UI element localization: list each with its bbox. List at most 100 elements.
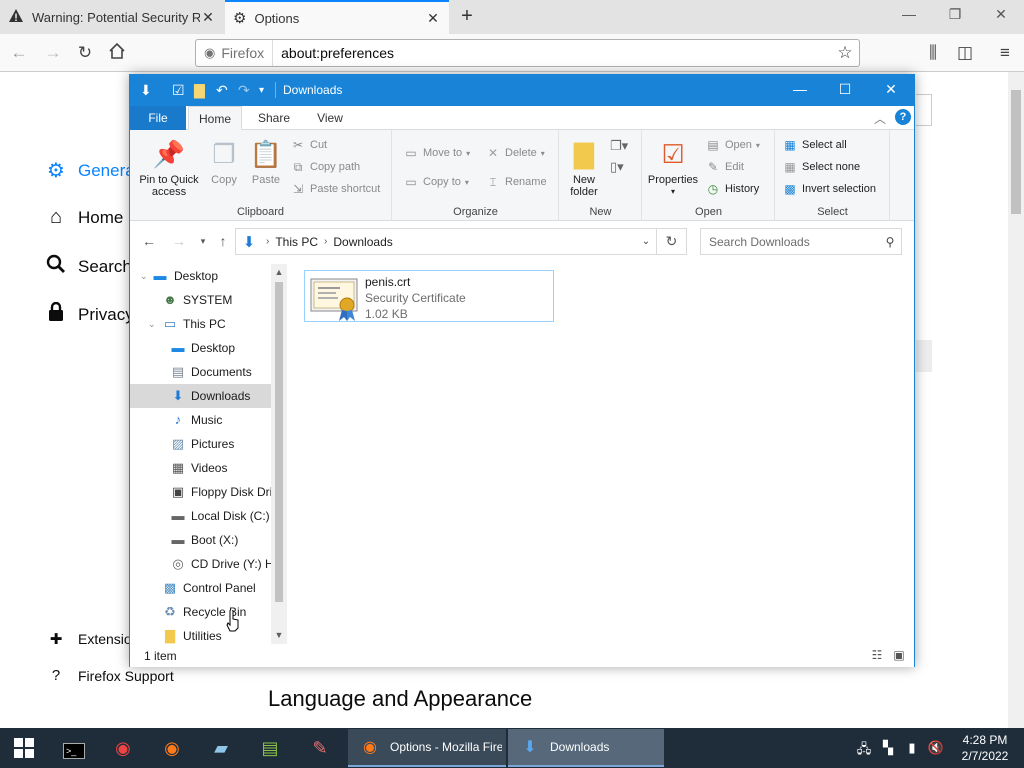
reload-button[interactable]: ↻ — [74, 42, 96, 64]
category-privacy[interactable]: Privacy — [44, 301, 134, 328]
firefox-support-link[interactable]: ? Firefox Support — [48, 667, 174, 684]
history-button[interactable]: ◷ History — [705, 181, 759, 197]
url-bar[interactable]: ◉ Firefox about:preferences ☆ — [195, 39, 860, 67]
chevron-up-icon[interactable]: ︿ — [874, 110, 886, 127]
tab-file[interactable]: File — [130, 106, 186, 130]
firefox-icon[interactable]: ◉ — [148, 728, 196, 768]
taskbar-downloads-task[interactable]: ⬇ Downloads — [508, 729, 664, 767]
properties-button[interactable]: ☑ Properties ▾ — [645, 136, 701, 198]
recent-locations-button[interactable]: ▾ — [194, 236, 212, 247]
search-box[interactable]: ⚲ — [700, 228, 902, 255]
redo-icon[interactable]: ↷ — [238, 82, 250, 99]
network-icon[interactable]: 🖧 — [854, 740, 874, 762]
customize-qa-icon[interactable]: ▾ — [259, 85, 264, 96]
new-folder-button[interactable]: ▇ New folder — [564, 136, 604, 198]
expand-icon[interactable]: ⌄ — [148, 319, 156, 330]
spreadsheet-icon[interactable]: ▤ — [246, 728, 294, 768]
address-bar[interactable]: ⬇ › This PC › Downloads ⌄ — [235, 228, 657, 255]
terminal-icon[interactable]: >_ — [50, 728, 98, 768]
nav-item-music[interactable]: ♪ Music — [130, 408, 271, 432]
tab-security-warning[interactable]: Warning: Potential Security Risk Ahead ✕ — [0, 0, 224, 34]
breadcrumb-this-pc[interactable]: This PC — [275, 235, 318, 249]
select-all-button[interactable]: ▦ Select all — [782, 137, 846, 153]
nav-item-cd-drive-y-h[interactable]: ◎ CD Drive (Y:) H — [130, 552, 271, 576]
refresh-button[interactable]: ↻ — [657, 228, 687, 255]
nav-item-local-disk-c[interactable]: ▬ Local Disk (C:) — [130, 504, 271, 528]
url-text[interactable]: about:preferences — [281, 45, 831, 61]
new-tab-button[interactable]: + — [456, 5, 478, 28]
nav-item-documents[interactable]: ▤ Documents — [130, 360, 271, 384]
close-window-button[interactable]: ✕ — [868, 81, 914, 98]
close-window-button[interactable]: ✕ — [978, 6, 1024, 23]
nav-item-recycle-bin[interactable]: ♻ Recycle Bin — [130, 600, 271, 624]
back-button[interactable]: ← — [8, 42, 30, 64]
chrome-icon[interactable]: ◉ — [99, 728, 147, 768]
tab-share[interactable]: Share — [246, 106, 302, 130]
tab-home[interactable]: Home — [188, 106, 242, 130]
back-button[interactable]: ← — [140, 233, 158, 249]
details-view-icon[interactable]: ☷ — [868, 648, 886, 662]
scroll-up-icon[interactable]: ▲ — [271, 267, 287, 277]
easy-access-icon[interactable]: ▯▾ — [610, 159, 624, 175]
nav-item-pictures[interactable]: ▨ Pictures — [130, 432, 271, 456]
nav-item-videos[interactable]: ▦ Videos — [130, 456, 271, 480]
category-general[interactable]: ⚙ General — [44, 158, 138, 183]
nav-item-utilities[interactable]: ▇ Utilities — [130, 624, 271, 644]
category-search[interactable]: Search — [44, 254, 132, 280]
sidebar-icon[interactable]: ◫ — [954, 42, 976, 64]
nav-item-system[interactable]: ☻ SYSTEM — [130, 288, 271, 312]
library-icon[interactable]: ⫼ — [922, 42, 944, 64]
breadcrumb-downloads[interactable]: Downloads — [333, 235, 392, 249]
copy-button[interactable]: ❐ Copy — [206, 136, 242, 186]
close-icon[interactable]: ✕ — [200, 9, 216, 26]
pin-to-quick-access-button[interactable]: 📌 Pin to Quick access — [136, 136, 202, 198]
file-item[interactable]: penis.crt Security Certificate 1.02 KB — [304, 270, 554, 322]
nav-item-boot-x[interactable]: ▬ Boot (X:) — [130, 528, 271, 552]
home-button[interactable] — [106, 42, 128, 64]
battery-icon[interactable]: ▮ — [902, 740, 922, 756]
start-icon[interactable] — [0, 728, 48, 768]
delete-button[interactable]: ✕ Delete ▾ — [485, 145, 545, 161]
taskbar-firefox-task[interactable]: ◉ Options - Mozilla Firefox — [348, 729, 506, 767]
properties-qa-icon[interactable]: ☑ — [172, 82, 185, 99]
scrollbar-thumb[interactable] — [275, 282, 283, 602]
explorer-title-bar[interactable]: ⬇ ☑ ▇ ↶ ↷ ▾ Downloads — ☐ ✕ — [130, 75, 914, 106]
edit-button[interactable]: ✎ Edit — [705, 159, 744, 175]
scrollbar-thumb[interactable] — [1011, 90, 1021, 214]
bookmark-star-icon[interactable]: ☆ — [831, 43, 859, 63]
chevron-down-icon[interactable]: ⌄ — [636, 236, 656, 247]
select-none-button[interactable]: ▦ Select none — [782, 159, 860, 175]
paint-icon[interactable]: ✎ — [296, 728, 344, 768]
color-icon[interactable]: ▚ — [878, 740, 898, 756]
scroll-down-icon[interactable]: ▼ — [271, 630, 287, 640]
cut-button[interactable]: ✂ Cut — [290, 137, 327, 153]
chevron-right-icon[interactable]: › — [324, 236, 327, 247]
minimize-button[interactable]: — — [886, 6, 932, 22]
nav-item-floppy-disk-drive-a[interactable]: ▣ Floppy Disk Drive (A:) — [130, 480, 271, 504]
rename-button[interactable]: ⌶ Rename — [485, 174, 546, 190]
minimize-button[interactable]: — — [777, 81, 823, 97]
invert-selection-button[interactable]: ▩ Invert selection — [782, 181, 876, 197]
nav-item-this-pc[interactable]: ⌄ ▭ This PC — [130, 312, 271, 336]
copy-path-button[interactable]: ⧉ Copy path — [290, 159, 360, 175]
nav-item-desktop[interactable]: ▬ Desktop — [130, 336, 271, 360]
identity-box[interactable]: ◉ Firefox — [196, 40, 274, 66]
nav-item-downloads[interactable]: ⬇ Downloads — [130, 384, 271, 408]
new-item-icon[interactable]: ❐▾ — [610, 138, 628, 154]
maximize-button[interactable]: ☐ — [822, 81, 868, 98]
page-scrollbar[interactable] — [1008, 72, 1024, 728]
copy-to-button[interactable]: ▭ Copy to ▾ — [403, 174, 469, 190]
tab-view[interactable]: View — [304, 106, 356, 130]
paste-shortcut-button[interactable]: ⇲ Paste shortcut — [290, 181, 380, 197]
paste-button[interactable]: 📋 Paste — [248, 136, 284, 186]
help-icon[interactable]: ? — [895, 109, 911, 125]
restore-button[interactable]: ❐ — [932, 6, 978, 23]
expand-icon[interactable]: ⌄ — [140, 271, 148, 282]
menu-icon[interactable]: ≡ — [994, 42, 1016, 64]
move-to-button[interactable]: ▭ Move to ▾ — [403, 145, 470, 161]
tab-options[interactable]: ⚙ Options ✕ — [225, 0, 449, 34]
close-icon[interactable]: ✕ — [425, 10, 441, 27]
chevron-right-icon[interactable]: › — [266, 236, 269, 247]
nav-item-desktop[interactable]: ⌄ ▬ Desktop — [130, 264, 271, 288]
forward-button[interactable]: → — [42, 42, 64, 64]
